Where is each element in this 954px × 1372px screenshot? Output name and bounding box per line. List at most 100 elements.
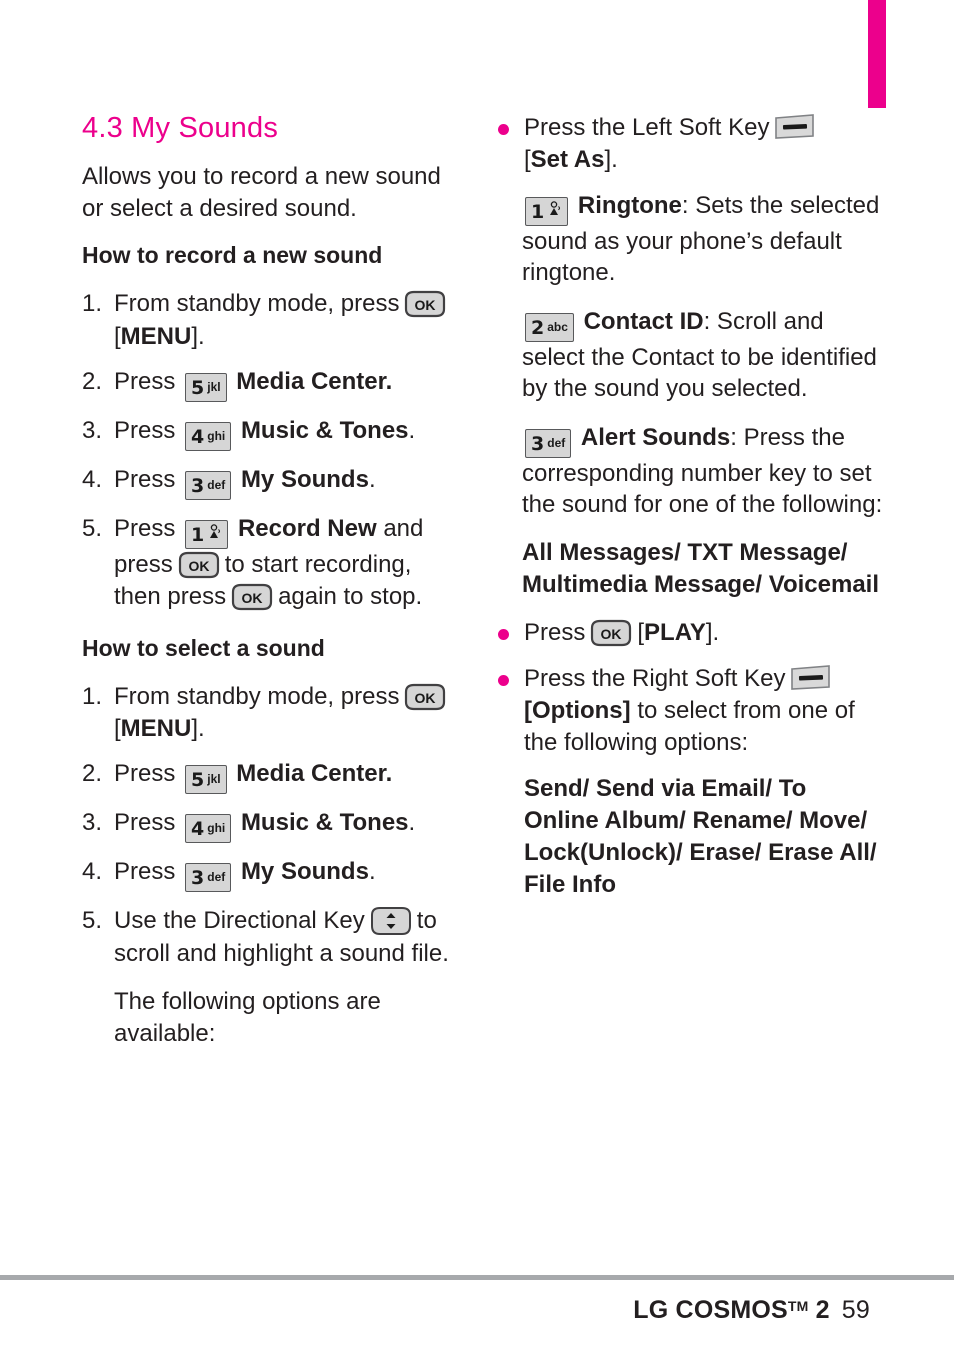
menu-item-label: Record New (237, 514, 377, 542)
right-column: Press the Left Soft Key [Set As]. 1 Ring… (492, 112, 884, 916)
key-letters: jkl (207, 772, 221, 787)
keypad-5-icon: 5 jkl (185, 765, 227, 795)
step-text: From standby mode, press (114, 682, 400, 710)
key-digit: 4 (191, 425, 205, 448)
step-number: 5. (82, 514, 103, 542)
record-step-2: 2. Press 5 jkl Media Center. (82, 366, 454, 402)
options-label: [Options] (524, 697, 631, 724)
following-options-note: The following options are available: (114, 988, 381, 1047)
keypad-5-icon: 5 jkl (185, 372, 227, 402)
ok-key-icon: OK (402, 683, 448, 711)
set-as-label: Set As (530, 146, 605, 174)
key-digit: 1 (531, 200, 545, 223)
bullet-dot-icon (498, 674, 509, 686)
directional-key-icon (369, 905, 413, 937)
step-number: 3. (82, 416, 103, 444)
step-number: 5. (82, 907, 103, 935)
select-step-5: 5. Use the Directional Key to scroll and h… (82, 905, 454, 970)
bracket-close: ]. (604, 146, 618, 174)
select-step-4: 4. Press 3 def My Sounds. (82, 856, 454, 893)
step-text: Press (114, 760, 176, 788)
set-as-label-wrap: [Set As]. (524, 146, 618, 173)
keypad-3-icon: 3 def (185, 470, 232, 500)
select-step-2: 2. Press 5 jkl Media Center. (82, 758, 454, 795)
bullet-left-soft-key: Press the Left Soft Key [Set As]. (492, 112, 884, 177)
key-letters: jkl (207, 379, 221, 394)
key-digit: 3 (191, 867, 205, 890)
menu-item-label: My Sounds (240, 858, 369, 886)
key-digit: 4 (191, 818, 205, 841)
period: . (368, 465, 376, 493)
record-step-3: 3. Press 4 ghi Music & Tones. (82, 415, 454, 451)
period: . (385, 367, 393, 395)
key-digit: 1 (191, 523, 205, 546)
svg-text:OK: OK (415, 690, 436, 706)
step-number: 1. (82, 290, 103, 318)
select-step-3: 3. Press 4 ghi Music & Tones. (82, 807, 454, 844)
key-letters: def (207, 477, 226, 492)
section-intro: Allows you to record a new sound or sele… (82, 163, 441, 222)
record-step-5: 5. Press 1 Record New and press OK to start… (82, 513, 454, 614)
option-desc-ringtone: : Sets the selected sound as your phone’… (522, 191, 880, 287)
key-digit: 3 (191, 474, 205, 497)
step-text: Press (114, 416, 176, 444)
section-tab-marker (868, 0, 886, 108)
key-digit: 2 (531, 316, 545, 339)
option-alert-sounds: 3 def Alert Sounds: Press the correspondi… (492, 422, 884, 521)
key-letters: ghi (207, 428, 226, 443)
svg-text:OK: OK (188, 558, 209, 574)
bullet-dot-icon (498, 629, 509, 641)
play-label: PLAY (644, 619, 706, 647)
left-column: 4.3 My Sounds Allows you to record a new… (82, 112, 454, 1066)
option-label-contact-id: Contact ID (583, 307, 704, 335)
keypad-3-icon: 3 def (525, 428, 572, 458)
option-contact-id: 2 abc Contact ID: Scroll and select the C… (492, 306, 884, 405)
keypad-1-icon: 1 (525, 196, 569, 226)
alert-options-list: All Messages/ TXT Message/ Multimedia Me… (522, 539, 880, 599)
keypad-1-icon: 1 (185, 519, 229, 549)
step-number: 3. (82, 809, 103, 837)
period: . (408, 809, 416, 837)
key-letters: def (207, 870, 226, 885)
ok-key-icon: OK (229, 583, 275, 611)
step-text: Press (114, 809, 176, 837)
record-step-4: 4. Press 3 def My Sounds. (82, 464, 454, 500)
period: . (368, 858, 376, 886)
bullet-text: Press the Left Soft Key (524, 114, 770, 141)
bullet-play: Press OK [PLAY]. (492, 617, 884, 649)
footer: LG COSMOSTM 2 59 (633, 1296, 870, 1325)
voicemail-icon (547, 201, 562, 220)
page-number: 59 (841, 1296, 870, 1324)
key-digit: 5 (191, 376, 205, 399)
subheading-select: How to select a sound (82, 634, 325, 661)
step-number: 4. (82, 858, 103, 886)
menu-label: MENU (120, 322, 192, 350)
step-text: Use the Directional Key (114, 907, 365, 935)
bullet-text: Press (524, 619, 586, 647)
soft-key-icon (789, 664, 833, 692)
ok-key-icon: OK (588, 619, 634, 647)
step-text: From standby mode, press (114, 290, 400, 318)
bullet-right-soft-key: Press the Right Soft Key [Options] to se… (492, 663, 884, 760)
step-number: 2. (82, 367, 103, 395)
bullet-dot-icon (498, 124, 509, 135)
keypad-4-icon: 4 ghi (185, 421, 232, 451)
manual-page: 4.3 My Sounds Allows you to record a new… (0, 0, 954, 1372)
soft-key-icon (773, 113, 817, 141)
ok-key-icon: OK (402, 290, 448, 318)
key-digit: 5 (191, 769, 205, 792)
record-step-1: 1. From standby mode, press OK [MENU]. (82, 288, 454, 353)
menu-item-label: Media Center (236, 760, 386, 788)
ok-key-icon: OK (176, 551, 222, 579)
option-label-ringtone: Ringtone (577, 191, 682, 219)
bullet-text: Press the Right Soft Key (524, 664, 786, 692)
footer-divider (0, 1275, 954, 1280)
option-ringtone: 1 Ringtone: Sets the selected sound as y… (492, 190, 884, 289)
select-step-1: 1. From standby mode, press OK [MENU]. (82, 681, 454, 746)
menu-item-label: Music & Tones (240, 809, 409, 837)
step-number: 1. (82, 682, 103, 710)
subheading-record: How to record a new sound (82, 242, 383, 269)
key-digit: 3 (531, 432, 545, 455)
keypad-2-icon: 2 abc (525, 312, 574, 342)
page-title: 4.3 My Sounds (82, 112, 279, 144)
